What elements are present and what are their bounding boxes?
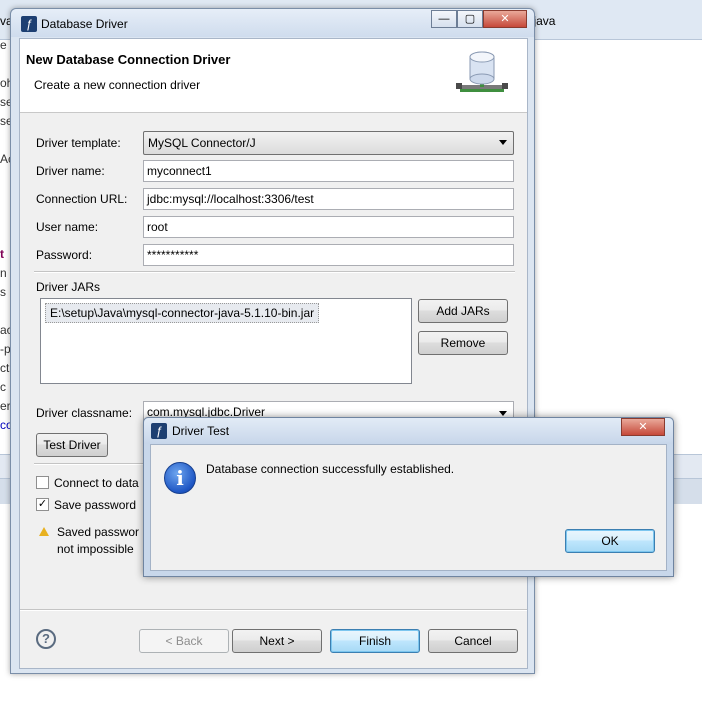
wizard-subtitle: Create a new connection driver: [34, 78, 201, 92]
separator: [34, 271, 515, 273]
code-fragment: n: [0, 266, 7, 280]
remove-jar-button[interactable]: Remove: [418, 331, 508, 355]
eclipse-app-icon: ƒ: [21, 16, 37, 32]
connect-checkbox[interactable]: [36, 476, 49, 489]
user-name-label: User name:: [36, 220, 99, 234]
code-fragment: c: [0, 380, 6, 394]
next-button[interactable]: Next >: [232, 629, 322, 653]
driver-jars-label: Driver JARs: [36, 280, 101, 294]
info-icon: i: [164, 462, 196, 494]
driver-name-label: Driver name:: [36, 164, 105, 178]
warning-text-line1: Saved passwor: [57, 525, 140, 539]
driver-test-message: Database connection successfully establi…: [206, 462, 455, 476]
dialog-title: Database Driver: [41, 17, 128, 31]
wizard-header: New Database Connection Driver Create a …: [20, 39, 527, 113]
close-button[interactable]: ✕: [621, 418, 665, 436]
finish-button[interactable]: Finish: [330, 629, 420, 653]
code-fragment: e: [0, 38, 7, 52]
driver-template-select[interactable]: MySQL Connector/J: [143, 131, 514, 155]
driver-test-title: Driver Test: [172, 424, 230, 438]
driver-classname-label: Driver classname:: [36, 406, 133, 420]
chevron-down-icon: [499, 411, 507, 416]
warning-icon: [39, 527, 49, 536]
driver-name-field[interactable]: myconnect1: [143, 160, 514, 182]
help-icon[interactable]: ?: [36, 629, 56, 649]
message-area: i Database connection successfully estab…: [151, 445, 666, 523]
save-password-label: Save password: [54, 498, 137, 512]
code-fragment: ct: [0, 361, 10, 375]
code-fragment: s: [0, 285, 6, 299]
connect-checkbox-label: Connect to data: [54, 476, 139, 490]
connection-url-field[interactable]: jdbc:mysql://localhost:3306/test: [143, 188, 514, 210]
driver-template-value: MySQL Connector/J: [148, 136, 256, 150]
minimize-button[interactable]: —: [431, 10, 457, 28]
separator: [20, 609, 527, 611]
wizard-title: New Database Connection Driver: [26, 52, 231, 67]
ok-button[interactable]: OK: [565, 529, 655, 553]
warning-text-line2: not impossible: [57, 542, 134, 556]
dialog-title-bar[interactable]: ƒ Database Driver — ▢ ✕: [11, 9, 534, 37]
driver-template-label: Driver template:: [36, 136, 121, 150]
close-button[interactable]: ✕: [483, 10, 527, 28]
password-field[interactable]: ***********: [143, 244, 514, 266]
database-connection-icon: [456, 51, 508, 92]
driver-jars-list[interactable]: E:\setup\Java\mysql-connector-java-5.1.1…: [40, 298, 412, 384]
add-jars-button[interactable]: Add JARs: [418, 299, 508, 323]
save-password-checkbox[interactable]: ✓: [36, 498, 49, 511]
user-name-field[interactable]: root: [143, 216, 514, 238]
eclipse-app-icon: ƒ: [151, 423, 167, 439]
maximize-button[interactable]: ▢: [457, 10, 483, 28]
list-item[interactable]: E:\setup\Java\mysql-connector-java-5.1.1…: [45, 303, 320, 323]
back-button[interactable]: < Back: [139, 629, 229, 653]
password-label: Password:: [36, 248, 93, 262]
driver-test-title-bar[interactable]: ƒ Driver Test ✕: [144, 418, 673, 444]
test-driver-button[interactable]: Test Driver: [36, 433, 108, 457]
cancel-button[interactable]: Cancel: [428, 629, 518, 653]
chevron-down-icon: [499, 140, 507, 145]
driver-test-body: i Database connection successfully estab…: [150, 444, 667, 571]
connection-url-label: Connection URL:: [36, 192, 128, 206]
driver-test-dialog: ƒ Driver Test ✕ i Database connection su…: [143, 417, 674, 577]
code-fragment: t: [0, 247, 4, 261]
